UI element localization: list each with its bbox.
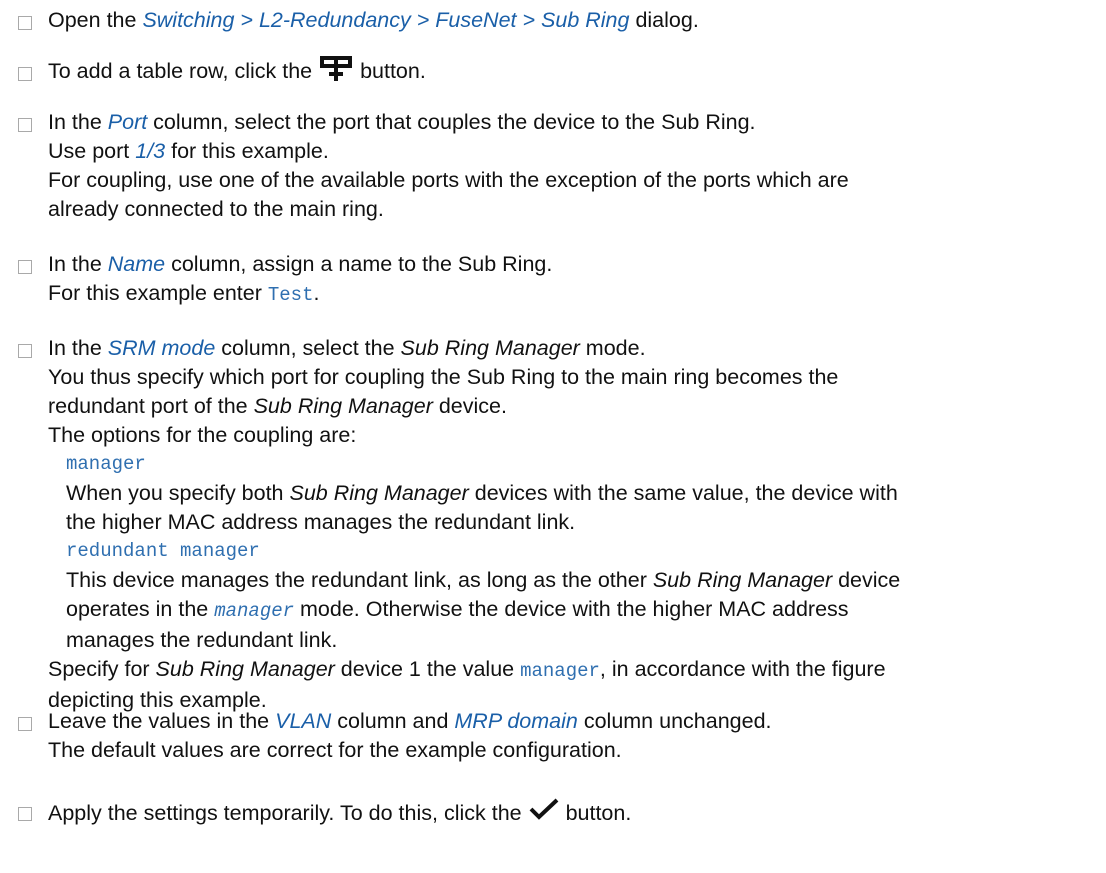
column-name: Name [107, 252, 166, 276]
checkmark-icon [528, 796, 560, 832]
option-redundant-manager: redundant manager This device manages th… [48, 537, 1094, 655]
option-label: redundant manager [66, 540, 260, 562]
dialog-path: Switching > L2-Redundancy > FuseNet > Su… [142, 8, 630, 32]
step-checkbox[interactable] [18, 807, 32, 821]
instruction-document: Open the Switching > L2-Redundancy > Fus… [0, 0, 1106, 873]
step-checkbox[interactable] [18, 67, 32, 81]
step-text: To add a table row, click the button. [48, 54, 1094, 91]
step-text: Open the Switching > L2-Redundancy > Fus… [48, 8, 699, 32]
name-value: Test [267, 284, 314, 306]
option-label: manager [66, 453, 146, 475]
column-port: Port [107, 110, 148, 134]
option-manager: manager When you specify both Sub Ring M… [48, 450, 1094, 537]
column-srm-mode: SRM mode [107, 336, 216, 360]
step-checkbox[interactable] [18, 260, 32, 274]
add-table-row-icon [318, 54, 354, 91]
column-mrp-domain: MRP domain [454, 709, 578, 733]
step-checkbox[interactable] [18, 717, 32, 731]
column-vlan: VLAN [275, 709, 332, 733]
step-checkbox[interactable] [18, 16, 32, 30]
port-value: 1/3 [135, 139, 166, 163]
step-checkbox[interactable] [18, 344, 32, 358]
step-checkbox[interactable] [18, 118, 32, 132]
